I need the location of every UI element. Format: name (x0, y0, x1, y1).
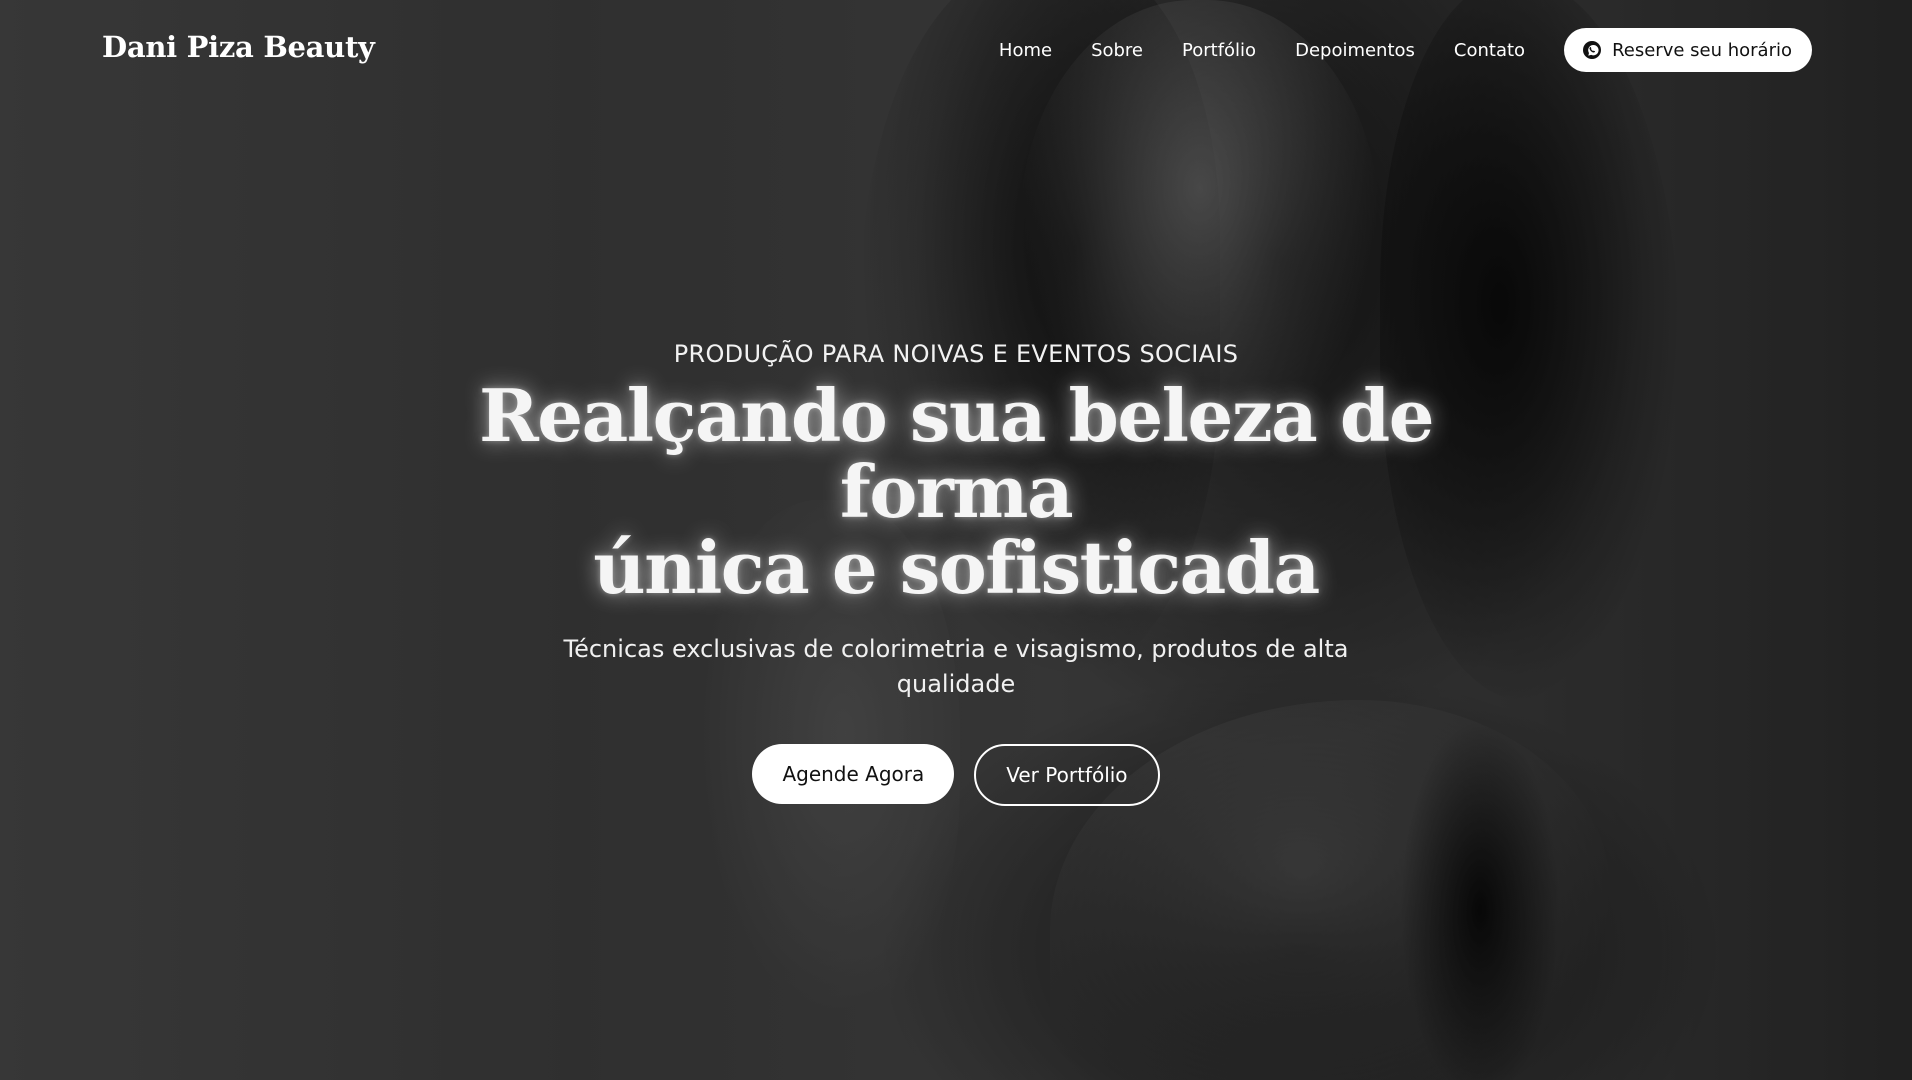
hero-content: PRODUÇÃO PARA NOIVAS E EVENTOS SOCIAIS R… (0, 340, 1912, 806)
nav-item-depoimentos[interactable]: Depoimentos (1295, 40, 1415, 61)
agende-agora-button[interactable]: Agende Agora (752, 744, 955, 804)
nav-item-portfolio[interactable]: Portfólio (1182, 40, 1256, 61)
hero-section: Dani Piza Beauty Home Sobre Portfólio De… (0, 0, 1912, 1080)
reserve-button[interactable]: Reserve seu horário (1564, 28, 1812, 72)
nav-item-home[interactable]: Home (999, 40, 1052, 61)
site-header: Dani Piza Beauty Home Sobre Portfólio De… (0, 0, 1912, 100)
nav-item-sobre[interactable]: Sobre (1091, 40, 1143, 61)
reserve-button-label: Reserve seu horário (1612, 39, 1792, 61)
main-nav: Home Sobre Portfólio Depoimentos Contato… (999, 28, 1812, 72)
hero-headline-line-1: Realçando sua beleza de forma (478, 373, 1435, 534)
whatsapp-icon (1582, 40, 1602, 60)
hero-headline-line-2: única e sofisticada (593, 525, 1320, 610)
hero-headline: Realçando sua beleza de forma única e so… (381, 378, 1531, 606)
hero-cta-row: Agende Agora Ver Portfólio (0, 744, 1912, 806)
hero-subtitle: Técnicas exclusivas de colorimetria e vi… (563, 635, 1349, 698)
hero-eyebrow: PRODUÇÃO PARA NOIVAS E EVENTOS SOCIAIS (673, 340, 1239, 368)
nav-item-contato[interactable]: Contato (1454, 40, 1525, 61)
ver-portfolio-button[interactable]: Ver Portfólio (974, 744, 1160, 806)
brand-logo[interactable]: Dani Piza Beauty (102, 30, 375, 64)
